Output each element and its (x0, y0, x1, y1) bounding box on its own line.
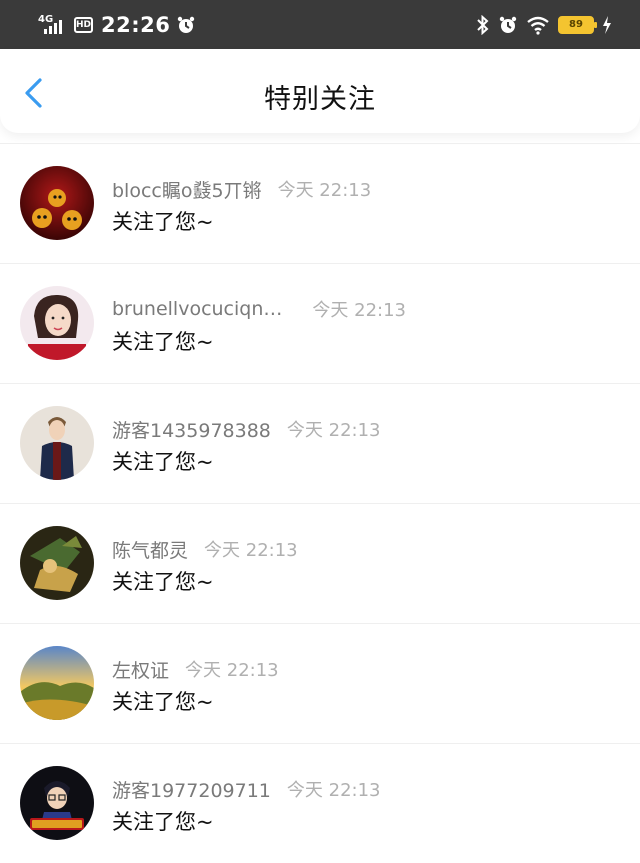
user-name[interactable]: blocc瞩o鼗5丌锵 (112, 176, 262, 203)
timestamp: 今天 22:13 (204, 540, 298, 561)
list-item[interactable]: 游客1435978388 今天 22:13 关注了您~ (0, 383, 640, 503)
avatar[interactable] (20, 526, 94, 600)
avatar[interactable] (20, 766, 94, 840)
follow-list: blocc瞩o鼗5丌锵 今天 22:13 关注了您~ brunellvocuci… (0, 143, 640, 863)
list-item[interactable]: 陈气都灵 今天 22:13 关注了您~ (0, 503, 640, 623)
avatar[interactable] (20, 646, 94, 720)
status-right: 89 (476, 0, 612, 49)
avatar[interactable] (20, 286, 94, 360)
list-item[interactable]: 游客1977209711 今天 22:13 关注了您~ (0, 743, 640, 863)
nav-bar: 特别关注 (0, 49, 640, 133)
message-text: 关注了您~ (112, 210, 214, 234)
avatar[interactable] (20, 166, 94, 240)
list-item[interactable]: 左权证 今天 22:13 关注了您~ (0, 623, 640, 743)
charging-icon (603, 15, 611, 34)
message-text: 关注了您~ (112, 330, 214, 354)
timestamp: 今天 22:13 (277, 180, 372, 201)
status-bar: 4G HD 22:26 89 (0, 0, 640, 49)
battery-level: 89 (569, 19, 583, 30)
wifi-icon (527, 16, 549, 35)
alarm-icon (178, 16, 195, 33)
status-time: 22:26 (101, 12, 171, 37)
message-text: 关注了您~ (112, 450, 214, 474)
signal-icon: 4G (38, 14, 68, 36)
user-name[interactable]: 游客1977209711 (112, 776, 271, 803)
avatar[interactable] (20, 406, 94, 480)
user-name[interactable]: 游客1435978388 (112, 416, 271, 443)
status-left: 4G HD 22:26 (38, 0, 196, 49)
list-item[interactable]: blocc瞩o鼗5丌锵 今天 22:13 关注了您~ (0, 143, 640, 263)
page-title: 特别关注 (264, 84, 376, 115)
timestamp: 今天 22:13 (286, 420, 381, 441)
hd-icon: HD (74, 16, 93, 33)
battery-icon: 89 (558, 15, 597, 34)
user-name[interactable]: 陈气都灵 (112, 536, 188, 563)
user-name[interactable]: 左权证 (112, 656, 169, 683)
timestamp: 今天 22:13 (185, 660, 279, 681)
message-text: 关注了您~ (112, 810, 214, 834)
list-item[interactable]: brunellvocuciqn… 今天 22:13 关注了您~ (0, 263, 640, 383)
bluetooth-icon (477, 14, 489, 35)
user-name[interactable]: brunellvocuciqn… (112, 298, 282, 320)
timestamp: 今天 22:13 (312, 300, 406, 321)
alarm-icon (499, 16, 517, 33)
message-text: 关注了您~ (112, 570, 214, 594)
message-text: 关注了您~ (112, 690, 214, 714)
timestamp: 今天 22:13 (286, 780, 381, 801)
